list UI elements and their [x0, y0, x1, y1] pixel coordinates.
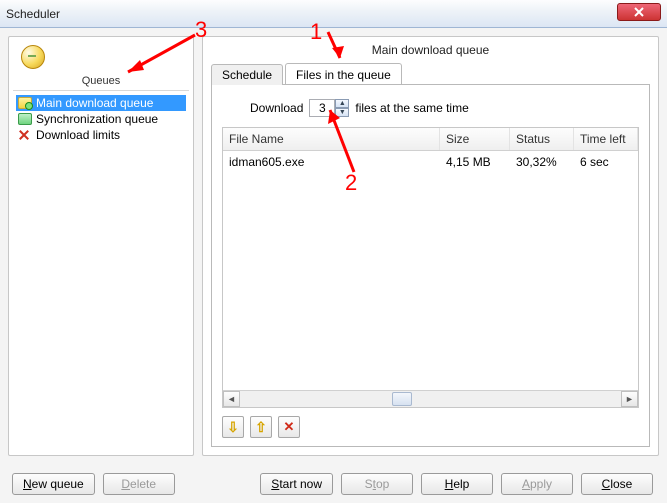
right-button-row: Start now Stop Help Apply Close: [260, 473, 653, 495]
scheduler-icon: [17, 45, 49, 71]
download-count-row: Download ▲ ▼ files at the same time: [250, 99, 639, 117]
tab-body: Download ▲ ▼ files at the same time File…: [211, 85, 650, 447]
folder-icon: [18, 97, 32, 109]
start-now-button[interactable]: Start now: [260, 473, 333, 495]
table-row[interactable]: idman605.exe 4,15 MB 30,32% 6 sec: [223, 151, 638, 173]
arrow-up-icon: ⇧: [255, 419, 267, 436]
tab-strip: Schedule Files in the queue: [211, 63, 650, 85]
new-queue-button[interactable]: New queue: [12, 473, 95, 495]
scroll-right-button[interactable]: ►: [621, 391, 638, 407]
col-file-name[interactable]: File Name: [223, 128, 440, 150]
delete-button[interactable]: Delete: [103, 473, 175, 495]
grid-header: File Name Size Status Time left: [223, 128, 638, 151]
title-bar: Scheduler: [0, 0, 667, 28]
tree-item-main-queue[interactable]: Main download queue: [16, 95, 186, 111]
right-panel: Main download queue Schedule Files in th…: [202, 36, 659, 456]
cell-size: 4,15 MB: [440, 151, 510, 173]
scroll-track[interactable]: [240, 391, 621, 407]
tree-item-label: Synchronization queue: [36, 112, 158, 126]
apply-button[interactable]: Apply: [501, 473, 573, 495]
queue-title: Main download queue: [211, 43, 650, 57]
spinner-up-button[interactable]: ▲: [335, 99, 349, 108]
limits-icon: [18, 129, 32, 141]
cell-file-name: idman605.exe: [223, 151, 440, 173]
close-window-button[interactable]: [617, 3, 661, 21]
arrow-down-icon: ⇩: [227, 419, 239, 436]
tab-files-in-queue[interactable]: Files in the queue: [285, 63, 402, 84]
tree-item-sync-queue[interactable]: Synchronization queue: [16, 111, 186, 127]
help-button[interactable]: Help: [421, 473, 493, 495]
download-prefix: Download: [250, 101, 303, 115]
left-button-row: New queue Delete: [12, 473, 175, 495]
folder-sync-icon: [18, 113, 32, 125]
download-count-spinner: ▲ ▼: [309, 99, 349, 117]
spinner-down-button[interactable]: ▼: [335, 108, 349, 117]
remove-button[interactable]: ✕: [278, 416, 300, 438]
download-count-input[interactable]: [309, 99, 335, 117]
stop-button[interactable]: Stop: [341, 473, 413, 495]
window-title: Scheduler: [6, 7, 60, 21]
tree-item-download-limits[interactable]: Download limits: [16, 127, 186, 143]
queues-header: Queues: [13, 75, 189, 91]
col-size[interactable]: Size: [440, 128, 510, 150]
files-grid: File Name Size Status Time left idman605…: [222, 127, 639, 408]
queue-tree: Main download queue Synchronization queu…: [13, 93, 189, 145]
scroll-thumb[interactable]: [392, 392, 412, 406]
reorder-buttons: ⇩ ⇧ ✕: [222, 416, 639, 438]
col-time-left[interactable]: Time left: [574, 128, 638, 150]
tree-item-label: Download limits: [36, 128, 120, 142]
cell-status: 30,32%: [510, 151, 574, 173]
col-status[interactable]: Status: [510, 128, 574, 150]
move-down-button[interactable]: ⇩: [222, 416, 244, 438]
download-suffix: files at the same time: [355, 101, 468, 115]
x-icon: ✕: [284, 419, 295, 435]
tree-item-label: Main download queue: [36, 96, 153, 110]
dialog-body: Queues Main download queue Synchronizati…: [0, 28, 667, 503]
move-up-button[interactable]: ⇧: [250, 416, 272, 438]
close-button[interactable]: Close: [581, 473, 653, 495]
horizontal-scrollbar[interactable]: ◄ ►: [223, 390, 638, 407]
cell-time-left: 6 sec: [574, 151, 638, 173]
scroll-left-button[interactable]: ◄: [223, 391, 240, 407]
tab-schedule[interactable]: Schedule: [211, 64, 283, 85]
left-panel: Queues Main download queue Synchronizati…: [8, 36, 194, 456]
grid-body: idman605.exe 4,15 MB 30,32% 6 sec: [223, 151, 638, 390]
